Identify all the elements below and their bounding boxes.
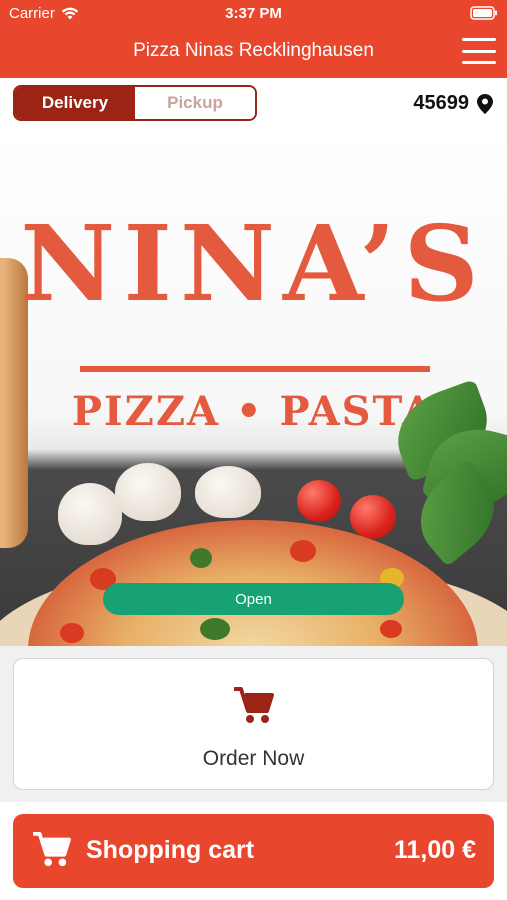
zip-code: 45699 [413,92,469,114]
logo-divider [80,366,430,372]
page-title: Pizza Ninas Recklinghausen [133,40,374,61]
mushroom [115,463,181,521]
order-now-label: Order Now [202,747,305,770]
mushroom [195,466,261,518]
cart-icon [233,687,274,723]
logo-name: NINA’S [20,202,487,325]
cart-total: 11,00 € [393,836,476,864]
pizza-topping [200,618,230,640]
pizza-topping [380,620,402,638]
pickup-tab[interactable]: Pickup [135,87,255,119]
order-now-button[interactable]: Order Now [13,658,494,790]
hero-image: NINA’S PIZZA • PASTA [0,128,507,646]
pizza-topping [60,623,84,643]
order-mode-toggle: Delivery Pickup [13,85,257,121]
tomato [350,495,396,539]
zip-selector[interactable]: 45699 [413,92,493,115]
app-header: Pizza Ninas Recklinghausen [0,26,507,78]
map-pin-icon [477,93,493,114]
hamburger-menu-icon[interactable] [462,38,496,64]
pizza-topping [190,548,212,568]
status-bar: Carrier 3:37 PM [0,0,507,26]
shopping-cart-button[interactable]: Shopping cart 11,00 € [13,814,494,888]
mushroom [58,483,122,545]
battery-icon [470,6,497,20]
delivery-tab[interactable]: Delivery [15,87,135,119]
tomato [297,480,341,522]
order-mode-bar: Delivery Pickup 45699 [0,78,507,128]
cart-icon [33,832,71,867]
shopping-cart-label: Shopping cart [86,836,255,864]
pizza-topping [290,540,316,562]
status-time: 3:37 PM [225,5,282,22]
open-status-badge: Open [103,583,404,615]
